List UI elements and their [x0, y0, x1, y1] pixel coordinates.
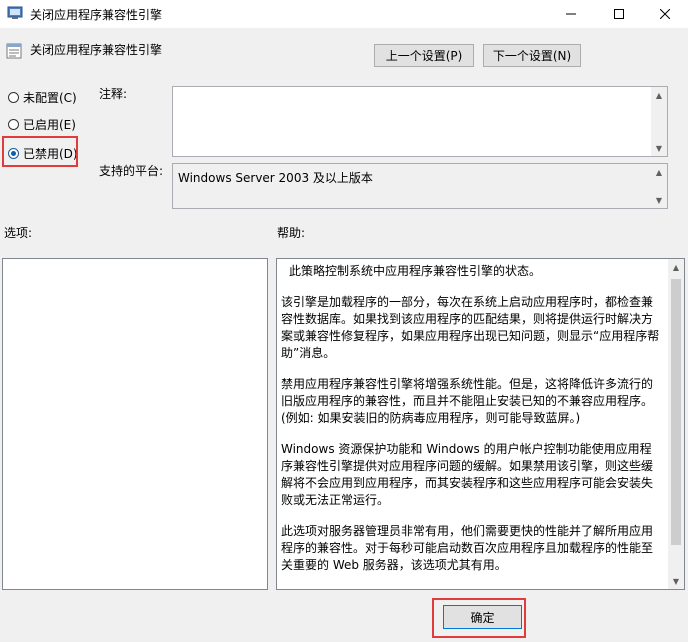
radio-circle: [8, 119, 19, 130]
radio-label: 已启用(E): [23, 118, 76, 132]
policy-icon: [6, 43, 22, 59]
help-pane[interactable]: 此策略控制系统中应用程序兼容性引擎的状态。 该引擎是加载程序的一部分，每次在系统…: [276, 258, 685, 590]
radio-enabled[interactable]: 已启用(E): [8, 116, 76, 133]
radio-circle: [8, 92, 19, 103]
close-button[interactable]: [642, 0, 688, 28]
maximize-button[interactable]: [596, 0, 642, 28]
options-pane: [2, 258, 268, 590]
comment-field[interactable]: ▲ ▼: [172, 86, 668, 157]
comment-scrollbar[interactable]: ▲ ▼: [651, 87, 667, 156]
help-paragraph: 此选项对服务器管理员非常有用，他们需要更快的性能并了解所用应用程序的兼容性。对于…: [281, 524, 654, 572]
help-paragraph: Windows 资源保护功能和 Windows 的用户帐户控制功能使用应用程序兼…: [281, 442, 654, 507]
comment-label: 注释:: [99, 87, 128, 101]
maximize-icon: [614, 9, 624, 19]
highlight-box: [432, 598, 526, 638]
radio-label: 未配置(C): [23, 91, 77, 105]
minimize-button[interactable]: [548, 0, 594, 28]
scroll-up-icon[interactable]: ▲: [651, 87, 667, 103]
previous-setting-button[interactable]: 上一个设置(P): [374, 44, 474, 67]
minimize-icon: [566, 13, 576, 15]
radio-not-configured[interactable]: 未配置(C): [8, 89, 77, 106]
window-title: 关闭应用程序兼容性引擎: [30, 8, 163, 22]
help-paragraph: 禁用应用程序兼容性引擎将增强系统性能。但是，这将降低许多流行的旧版应用程序的兼容…: [281, 377, 654, 425]
supported-platform-label: 支持的平台:: [99, 164, 164, 178]
help-text: 此策略控制系统中应用程序兼容性引擎的状态。 该引擎是加载程序的一部分，每次在系统…: [281, 263, 663, 588]
supported-platform-field: Windows Server 2003 及以上版本 ▲ ▼: [172, 163, 668, 209]
help-label: 帮助:: [277, 226, 306, 240]
scroll-up-icon[interactable]: ▲: [668, 259, 684, 275]
policy-title: 关闭应用程序兼容性引擎: [30, 43, 163, 57]
options-label: 选项:: [4, 226, 33, 240]
next-setting-button[interactable]: 下一个设置(N): [483, 44, 581, 67]
scroll-down-icon[interactable]: ▼: [651, 192, 667, 208]
help-paragraph: 此策略控制系统中应用程序兼容性引擎的状态。: [289, 264, 542, 278]
scroll-thumb[interactable]: [671, 279, 681, 545]
scroll-down-icon[interactable]: ▼: [651, 140, 667, 156]
supported-platform-value: Windows Server 2003 及以上版本: [178, 171, 373, 185]
platform-scrollbar[interactable]: ▲ ▼: [651, 164, 667, 208]
close-icon: [660, 9, 670, 19]
app-icon: [7, 6, 23, 20]
highlight-box: [2, 136, 78, 167]
help-scrollbar[interactable]: ▲ ▼: [668, 259, 684, 589]
scroll-down-icon[interactable]: ▼: [668, 573, 684, 589]
help-paragraph: 该引擎是加载程序的一部分，每次在系统上启动应用程序时，都检查兼容性数据库。如果找…: [281, 295, 660, 360]
scroll-up-icon[interactable]: ▲: [651, 164, 667, 180]
